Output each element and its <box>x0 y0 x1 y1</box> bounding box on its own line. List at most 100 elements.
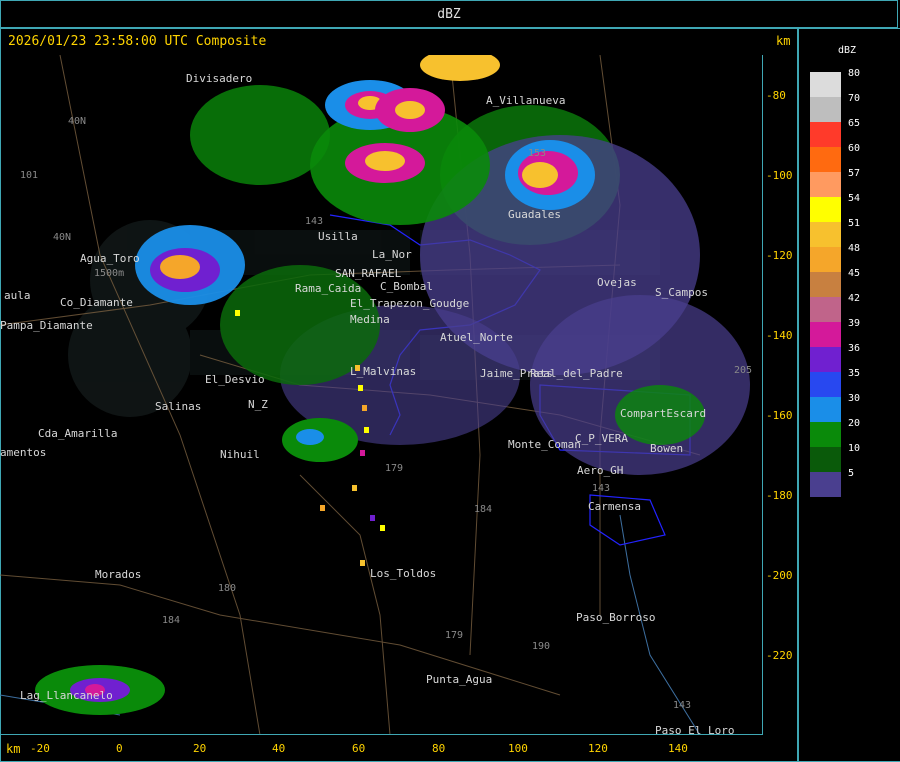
place-label: Atuel_Norte <box>440 331 513 344</box>
legend-swatch <box>810 447 841 472</box>
y-tick-label: -140 <box>766 329 793 342</box>
place-label: aula <box>4 289 31 302</box>
x-tick-label: 80 <box>432 742 446 755</box>
y-tick-label: -180 <box>766 489 793 502</box>
route-label: 179 <box>445 630 464 641</box>
place-label: Cda_Amarilla <box>38 427 118 440</box>
place-label: Guadales <box>508 208 561 221</box>
legend-swatch <box>810 422 841 447</box>
route-label: 153 <box>528 148 547 159</box>
place-label: L_Malvinas <box>350 365 417 378</box>
place-label: S_Campos <box>655 286 708 299</box>
legend-label: 5 <box>848 468 855 479</box>
place-label: Carmensa <box>588 500 641 513</box>
place-label: Punta_Agua <box>426 673 493 686</box>
place-label: Usilla <box>318 230 358 243</box>
place-label: Divisadero <box>186 72 253 85</box>
route-label: 184 <box>162 615 181 626</box>
place-label: Paso_Borroso <box>576 611 656 624</box>
place-label: C_Bombal <box>380 280 433 293</box>
radar-map-canvas <box>0 55 750 734</box>
legend-label: 35 <box>848 368 861 379</box>
legend-swatch <box>810 322 841 347</box>
place-label: Salinas <box>155 400 202 413</box>
legend-label: 54 <box>848 193 861 204</box>
route-label: 1500m <box>94 268 125 279</box>
route-label: 101 <box>20 170 39 181</box>
legend-label: 80 <box>848 68 861 79</box>
route-label: 180 <box>218 583 237 594</box>
place-label: CompartEscard <box>620 407 707 420</box>
place-label: Nihuil <box>220 448 260 461</box>
panel-title: dBZ <box>0 0 898 28</box>
place-label: Monte_Coman <box>508 438 581 451</box>
place-label: Jaime_Prats <box>480 367 553 380</box>
legend-label: 65 <box>848 118 861 129</box>
place-label: El_Desvio <box>205 373 265 386</box>
legend-label: 45 <box>848 268 861 279</box>
place-label: Paso_El_Loro <box>655 724 735 735</box>
legend-swatch <box>810 97 841 122</box>
legend-label: 57 <box>848 168 861 179</box>
route-label: 143 <box>592 483 611 494</box>
place-label: Lag_Llancanelo <box>20 689 113 702</box>
legend-label: 39 <box>848 318 861 329</box>
legend-title: dBZ <box>838 45 857 56</box>
place-label: Ovejas <box>597 276 637 289</box>
legend-label: 70 <box>848 93 861 104</box>
legend-swatch <box>810 72 841 97</box>
legend-swatch <box>810 472 841 497</box>
legend-label: 20 <box>848 418 861 429</box>
place-label: El_Trapezon_Goudge <box>350 297 470 310</box>
place-label: Los_Toldos <box>370 567 437 580</box>
place-label: SAN_RAFAEL <box>335 267 402 280</box>
km-unit-label-top: km <box>776 34 791 48</box>
x-tick-label: 120 <box>588 742 608 755</box>
place-label: A_Villanueva <box>486 94 566 107</box>
legend-swatch <box>810 247 841 272</box>
route-label: 143 <box>305 216 324 227</box>
place-label: La_Nor <box>372 248 412 261</box>
place-label: Bowen <box>650 442 684 455</box>
legend-label: 10 <box>848 443 861 454</box>
route-label: 143 <box>673 700 692 711</box>
route-label: 190 <box>532 641 551 652</box>
x-tick-label: 20 <box>193 742 207 755</box>
legend-label: 36 <box>848 343 861 354</box>
radar-map-plot[interactable]: Divisadero A_Villanueva Agua_Toro Pampa_… <box>0 55 763 735</box>
x-tick-label: 40 <box>272 742 286 755</box>
route-label: 40N <box>53 232 72 243</box>
legend-label: 30 <box>848 393 861 404</box>
route-label: 205 <box>734 365 753 376</box>
place-label: Agua_Toro <box>80 252 140 265</box>
y-tick-label: -80 <box>766 89 786 102</box>
place-label: N_Z <box>248 398 268 411</box>
timestamp-label: 2026/01/23 23:58:00 UTC Composite <box>8 34 267 49</box>
legend-swatch <box>810 122 841 147</box>
x-tick-label: -20 <box>30 742 50 755</box>
place-label: amentos <box>0 446 47 459</box>
legend-swatch <box>810 347 841 372</box>
place-label: C_P_VERA <box>575 432 628 445</box>
panel-title-text: dBZ <box>437 6 461 22</box>
y-tick-label: -220 <box>766 649 793 662</box>
x-tick-label: 0 <box>116 742 123 755</box>
legend-swatch <box>810 397 841 422</box>
legend-swatch <box>810 147 841 172</box>
legend-label: 51 <box>848 218 861 229</box>
legend-swatch <box>810 272 841 297</box>
legend-swatch <box>810 297 841 322</box>
x-tick-label: 60 <box>352 742 366 755</box>
y-tick-label: -120 <box>766 249 793 262</box>
legend-swatch <box>810 197 841 222</box>
route-label: 40N <box>68 116 87 127</box>
place-label: Medina <box>350 313 390 326</box>
legend-swatch <box>810 172 841 197</box>
place-label: Morados <box>95 568 142 581</box>
place-label: Rama_Caida <box>295 282 362 295</box>
place-label: Pampa_Diamante <box>0 319 93 332</box>
x-tick-label: 100 <box>508 742 528 755</box>
legend-label: 60 <box>848 143 861 154</box>
y-tick-label: -160 <box>766 409 793 422</box>
place-label: Aero_GH <box>577 464 624 477</box>
